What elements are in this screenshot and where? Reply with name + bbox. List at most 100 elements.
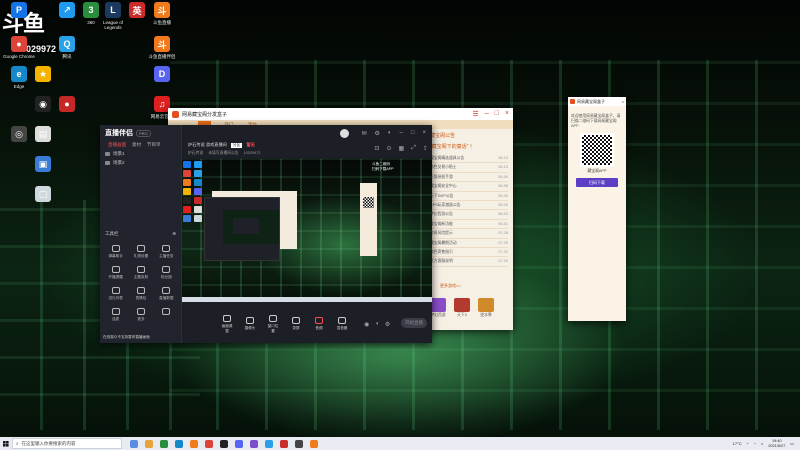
bottom-tool-button[interactable]: 录屏 — [289, 317, 303, 331]
close-icon[interactable]: × — [422, 130, 426, 136]
more-games-link[interactable]: 更多游戏>> — [440, 283, 461, 289]
maximize-icon[interactable]: □ — [411, 130, 415, 136]
news-item[interactable]: 正版授权手游 08-09 — [430, 173, 508, 183]
taskbar-app-icon[interactable] — [205, 439, 213, 448]
news-item[interactable]: 天下3VIP公告 08-06 — [430, 192, 508, 202]
streaming-app-window[interactable]: 直播伴侣 PRO 直播画面 素材 节目单 场景1 场景2 工具栏 ⊕ 弹幕助手 礼… — [100, 125, 432, 343]
taskbar-app-icon[interactable] — [280, 439, 288, 448]
close-icon[interactable]: × — [505, 110, 509, 118]
scene-item[interactable]: 场景2 — [100, 158, 181, 167]
notice-label[interactable]: 未填写直播间公告 — [208, 151, 238, 156]
desktop-icon[interactable]: ● — [50, 96, 84, 114]
menu-icon[interactable]: ☰ — [472, 110, 478, 118]
chevron-up-icon[interactable]: ^ — [747, 441, 749, 446]
download-button[interactable]: 扫码下载 — [576, 178, 618, 187]
taskbar-app-icon[interactable] — [250, 439, 258, 448]
taskbar-app-icon[interactable] — [295, 439, 303, 448]
start-button[interactable] — [0, 437, 12, 450]
volume-icon[interactable]: ◖ — [761, 441, 763, 446]
mic-icon[interactable]: ◉ — [364, 321, 369, 328]
taskbar-app-icon[interactable] — [220, 439, 228, 448]
notification-icon[interactable]: ▭ — [790, 441, 794, 446]
taskbar-app-icon[interactable] — [265, 439, 273, 448]
eye-icon[interactable] — [105, 160, 110, 165]
taskbar-search[interactable]: ⌕ 在这里输入你要搜索的内容 — [12, 438, 122, 449]
news-item[interactable]: 藏宝阁暑期活动 07-25 — [430, 239, 508, 249]
skin-icon[interactable]: ◐ — [388, 130, 392, 136]
message-icon[interactable]: ✉ — [361, 130, 366, 137]
eye-icon[interactable] — [105, 151, 110, 156]
tab-programs[interactable]: 节目单 — [147, 142, 161, 148]
stream-title[interactable]: 炉石传说 游戏直播间 — [188, 142, 227, 148]
desktop-icon[interactable]: ★ — [26, 66, 60, 84]
news-item[interactable]: 藏宝阁精选道具公告 08-12 — [430, 154, 508, 164]
settings-icon[interactable]: ⚙ — [375, 130, 380, 137]
tool-button[interactable]: 礼物设置 — [128, 245, 153, 259]
desktop-icon[interactable]: ● Google Chrome — [2, 36, 36, 59]
desktop-icon[interactable]: ▣ — [26, 156, 60, 174]
record-icon[interactable]: ⊙ — [386, 145, 391, 152]
news-item[interactable]: 官方客服说明 07-20 — [430, 257, 508, 267]
share-icon[interactable]: ⇪ — [423, 145, 428, 152]
speaker-icon[interactable]: ◖ — [375, 321, 379, 328]
taskbar-app-icon[interactable] — [130, 439, 138, 448]
desktop-icon[interactable]: D — [145, 66, 179, 84]
bottom-tool-button[interactable]: 窗口位置 — [266, 314, 280, 334]
news-item[interactable]: CPS玩家激励公告 08-05 — [430, 201, 508, 211]
tab-live-view[interactable]: 直播画面 — [108, 142, 126, 148]
bottom-tool-button[interactable]: 混音器 — [335, 317, 349, 331]
tool-button[interactable]: 送礼列表 — [103, 287, 128, 301]
weather[interactable]: 17°C — [733, 441, 742, 446]
maximize-icon[interactable]: □ — [495, 110, 499, 118]
layout-icon[interactable]: ▦ — [398, 145, 404, 152]
settings-icon[interactable]: ⚙ — [385, 321, 390, 328]
taskbar-app-icon[interactable] — [145, 439, 153, 448]
tool-button[interactable]: 直播数据 — [154, 287, 179, 301]
expand-icon[interactable]: ⊕ — [172, 231, 176, 237]
tool-button[interactable] — [154, 308, 179, 322]
tool-button[interactable]: 粉丝团 — [154, 266, 179, 280]
version-badge[interactable]: PRO — [136, 129, 151, 137]
taskbar-app-icon[interactable] — [310, 439, 318, 448]
game-card[interactable]: 逆水寒 — [478, 298, 494, 318]
news-item[interactable]: 角色寄售指引 07-22 — [430, 248, 508, 258]
tool-button[interactable]: 主题皮肤 — [128, 266, 153, 280]
taskbar-app-icon[interactable] — [160, 439, 168, 448]
scene-item[interactable]: 场景1 — [100, 149, 181, 158]
news-item[interactable]: 藏宝阁新功能 08-01 — [430, 220, 508, 230]
go-live-button[interactable]: 开始直播 — [401, 318, 427, 328]
news-item[interactable]: 交易风险提示 07-28 — [430, 229, 508, 239]
announcement-subheading[interactable]: “藏宝阁下的童话” ！ — [430, 143, 508, 150]
title-bar[interactable]: 网易藏宝阁分发盒子 ☰ – □ × — [168, 108, 513, 120]
taskbar-app-icon[interactable] — [175, 439, 183, 448]
clock[interactable]: 19:40 2021/8/27 — [768, 439, 785, 448]
tool-button[interactable]: 主播任务 — [154, 245, 179, 259]
tool-button[interactable]: 开播提醒 — [103, 266, 128, 280]
minimize-icon[interactable]: – — [400, 130, 403, 136]
desktop-icon[interactable]: 斗斗鱼直播伴侣 — [145, 36, 179, 59]
desktop-icon[interactable]: ▢ — [26, 186, 60, 204]
bottom-tool-button[interactable]: 摄像头 — [243, 317, 257, 331]
close-icon[interactable]: × — [622, 99, 624, 104]
tab-assets[interactable]: 素材 — [132, 142, 141, 148]
news-item[interactable]: 梦幻西游公告 08-03 — [430, 210, 508, 220]
category-label[interactable]: 炉石传说 — [188, 151, 203, 156]
live-preview[interactable]: 斗鱼二维码 扫码下载APP — [182, 159, 432, 302]
tool-button[interactable]: 连麦 — [103, 308, 128, 322]
bottom-tool-button[interactable]: 音频 — [312, 317, 326, 331]
desktop-icon[interactable]: Q 腾讯 — [50, 36, 84, 59]
qr-download-window[interactable]: 网易藏宝阁盒子 × 欢迎使用网易藏宝阁盒子，请扫描二维码下载网易藏宝阁APP 藏… — [568, 97, 626, 321]
lock-icon[interactable]: ⊡ — [374, 145, 379, 152]
title-bar[interactable]: 网易藏宝阁盒子 × — [568, 97, 626, 106]
tool-button[interactable]: 弹幕助手 — [103, 245, 128, 259]
desktop-icon[interactable]: ▤ — [26, 126, 60, 144]
tool-button[interactable]: 更多 — [128, 308, 153, 322]
tool-button[interactable]: 表情包 — [128, 287, 153, 301]
avatar[interactable] — [340, 128, 350, 138]
news-item[interactable]: 藏宝阁安全中心 08-08 — [430, 182, 508, 192]
bottom-tool-button[interactable]: 画面调整 — [220, 314, 234, 334]
desktop-icon[interactable]: 斗斗鱼直播 — [145, 2, 179, 25]
game-card[interactable]: 天下3 — [454, 298, 470, 318]
taskbar-app-icon[interactable] — [190, 439, 198, 448]
desktop-icon[interactable]: P — [2, 2, 36, 20]
